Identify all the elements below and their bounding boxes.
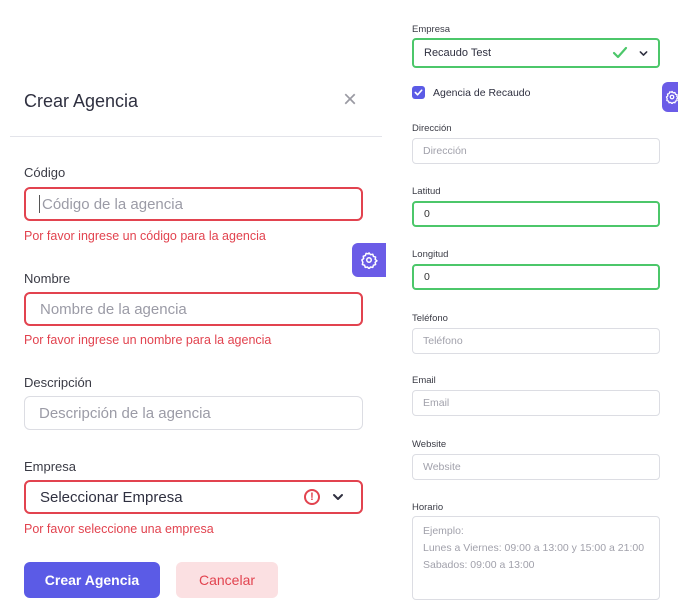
crear-agencia-modal: Crear Agencia × Código Por favor ingrese… (0, 0, 390, 598)
empresa-select-value: Seleccionar Empresa (40, 489, 183, 506)
check-icon (612, 46, 628, 59)
side-empresa-select[interactable]: Recaudo Test (412, 38, 660, 68)
agencia-recaudo-checkbox[interactable]: Agencia de Recaudo (412, 86, 531, 99)
checkbox-checked-icon (412, 86, 425, 99)
horario-label: Horario (412, 502, 444, 513)
text-cursor (39, 195, 40, 213)
nombre-input[interactable] (24, 292, 363, 326)
website-input[interactable] (412, 454, 660, 480)
side-empresa-label: Empresa (412, 24, 451, 35)
close-icon[interactable]: × (340, 88, 360, 112)
latitud-label: Latitud (412, 186, 441, 197)
direccion-input[interactable] (412, 138, 660, 164)
empresa-select[interactable]: Seleccionar Empresa ! (24, 480, 363, 514)
gear-icon (361, 252, 378, 269)
empresa-error: Por favor seleccione una empresa (24, 522, 214, 536)
email-label: Email (412, 375, 436, 386)
codigo-error: Por favor ingrese un código para la agen… (24, 229, 266, 243)
agencia-details-form: Empresa Recaudo Test Agencia de Recaudo … (390, 0, 678, 600)
modal-header-divider (10, 136, 382, 137)
empresa-label: Empresa (24, 459, 77, 474)
longitud-label: Longitud (412, 249, 449, 260)
email-input[interactable] (412, 390, 660, 416)
telefono-label: Teléfono (412, 313, 448, 324)
telefono-input[interactable] (412, 328, 660, 354)
longitud-input[interactable] (412, 264, 660, 290)
modal-title: Crear Agencia (24, 91, 139, 111)
nombre-label: Nombre (24, 271, 71, 286)
nombre-error: Por favor ingrese un nombre para la agen… (24, 333, 272, 347)
chevron-down-icon (639, 51, 648, 56)
descripcion-label: Descripción (24, 375, 92, 390)
agencia-recaudo-label: Agencia de Recaudo (433, 86, 531, 99)
direccion-label: Dirección (412, 123, 452, 134)
crear-agencia-button[interactable]: Crear Agencia (24, 562, 160, 598)
descripcion-input[interactable] (24, 396, 363, 430)
latitud-input[interactable] (412, 201, 660, 227)
gear-icon (665, 90, 678, 104)
codigo-label: Código (24, 165, 66, 180)
settings-button[interactable] (352, 243, 386, 277)
codigo-input[interactable] (24, 187, 363, 221)
settings-button-right[interactable] (662, 82, 678, 112)
cancelar-button[interactable]: Cancelar (176, 562, 278, 598)
chevron-down-icon (333, 494, 343, 500)
website-label: Website (412, 439, 447, 450)
side-empresa-select-value: Recaudo Test (424, 47, 492, 59)
horario-textarea[interactable] (412, 516, 660, 600)
warning-icon: ! (304, 489, 320, 505)
